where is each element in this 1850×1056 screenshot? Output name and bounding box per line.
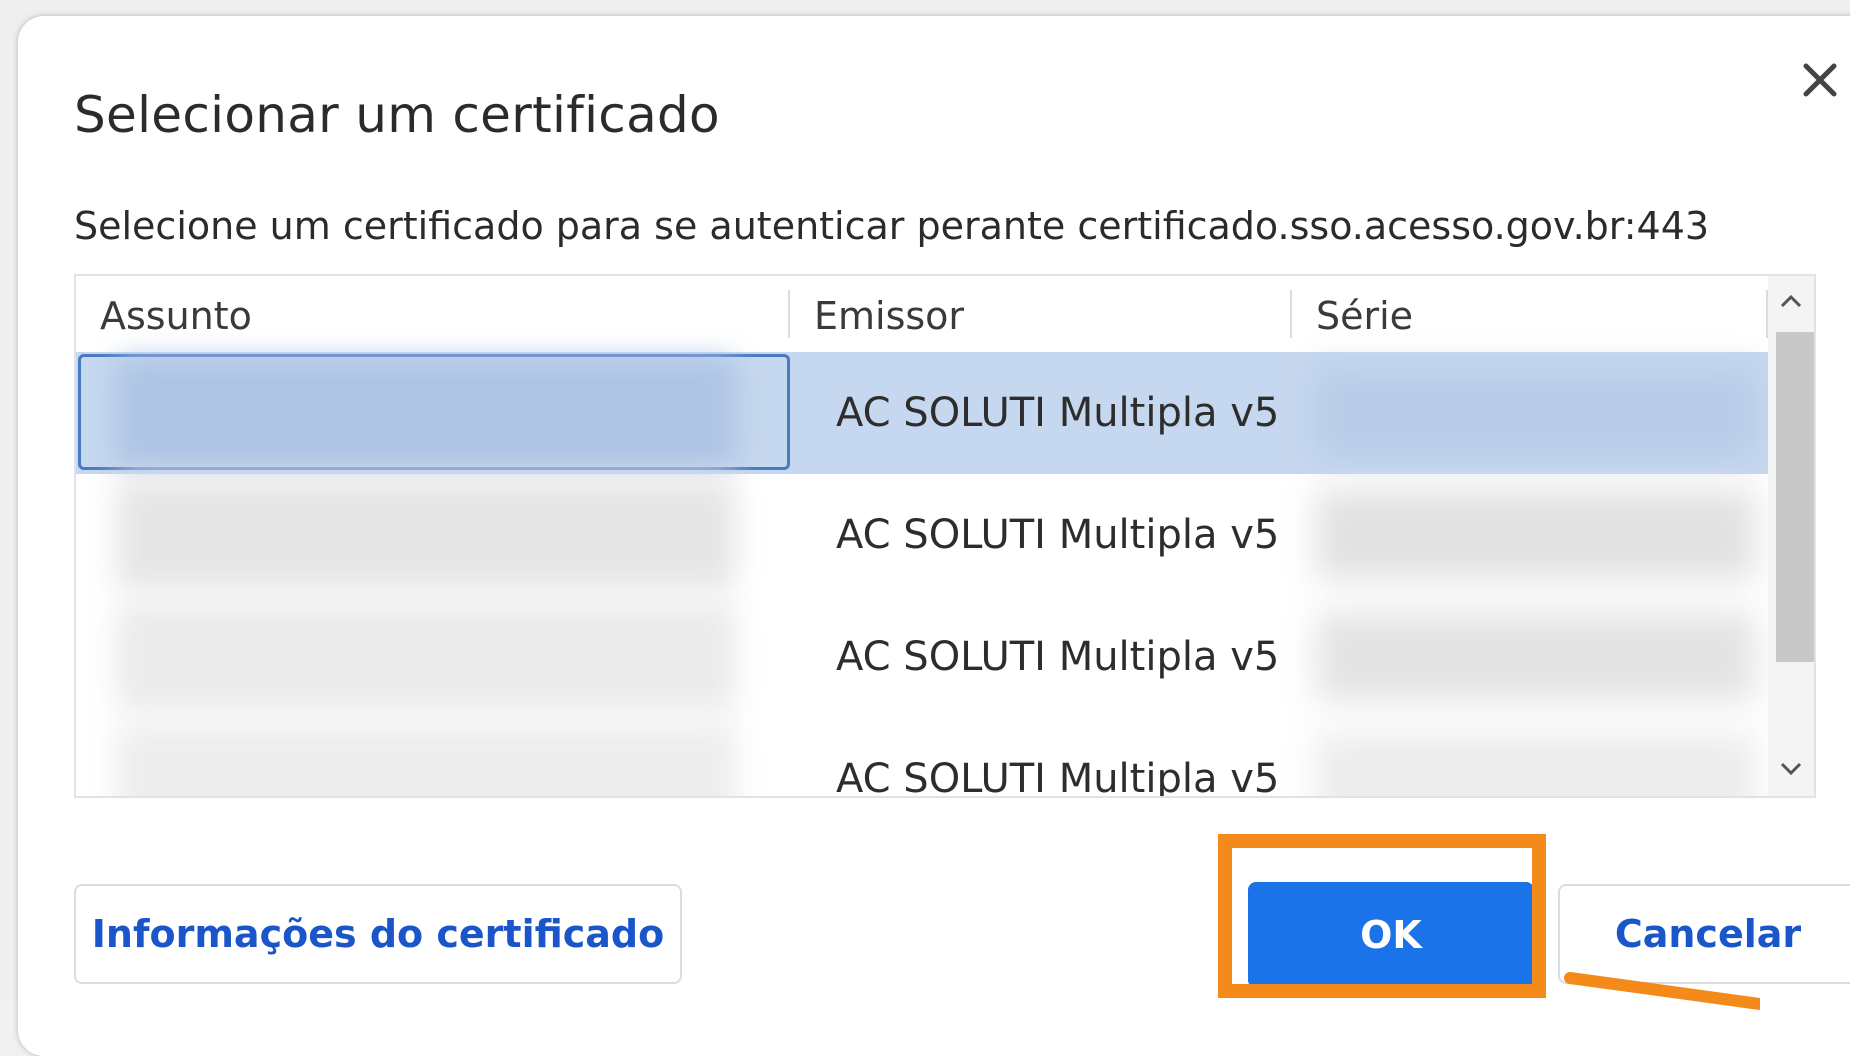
close-button[interactable]: [1788, 48, 1850, 112]
table-header: Assunto Emissor Série: [76, 276, 1768, 352]
certificate-info-button[interactable]: Informações do certificado: [74, 884, 682, 984]
redacted-subject: [116, 602, 736, 712]
table-row[interactable]: AC SOLUTI Multipla v5: [76, 718, 1768, 798]
redacted-serial: [1316, 734, 1756, 796]
close-icon: [1803, 63, 1837, 97]
chevron-down-icon: [1780, 762, 1802, 776]
scrollbar-thumb[interactable]: [1776, 332, 1814, 662]
redacted-subject: [116, 724, 736, 796]
issuer-cell: AC SOLUTI Multipla v5: [836, 512, 1280, 558]
vertical-scrollbar[interactable]: [1768, 276, 1814, 796]
redacted-serial: [1316, 368, 1756, 458]
table-row[interactable]: AC SOLUTI Multipla v5: [76, 352, 1768, 474]
ok-button[interactable]: OK: [1248, 882, 1534, 988]
certificate-dialog: Selecionar um certificado Selecione um c…: [18, 16, 1850, 1056]
column-header-serial[interactable]: Série: [1292, 276, 1768, 352]
redacted-subject: [116, 480, 736, 590]
chevron-up-icon: [1780, 294, 1802, 308]
cancel-button[interactable]: Cancelar: [1558, 884, 1850, 984]
table-row[interactable]: AC SOLUTI Multipla v5: [76, 474, 1768, 596]
redacted-subject: [116, 358, 736, 468]
redacted-serial: [1316, 490, 1756, 580]
certificate-table: Assunto Emissor Série AC SOLUTI Multipla…: [74, 274, 1816, 798]
dialog-title: Selecionar um certificado: [74, 86, 720, 144]
issuer-cell: AC SOLUTI Multipla v5: [836, 756, 1280, 798]
dialog-subtitle: Selecione um certificado para se autenti…: [74, 204, 1710, 248]
table-row[interactable]: AC SOLUTI Multipla v5: [76, 596, 1768, 718]
column-header-subject[interactable]: Assunto: [76, 276, 788, 352]
column-header-issuer[interactable]: Emissor: [790, 276, 1290, 352]
scroll-down-button[interactable]: [1772, 746, 1810, 792]
issuer-cell: AC SOLUTI Multipla v5: [836, 634, 1280, 680]
redacted-serial: [1316, 612, 1756, 702]
issuer-cell: AC SOLUTI Multipla v5: [836, 390, 1280, 436]
scroll-up-button[interactable]: [1772, 278, 1810, 324]
